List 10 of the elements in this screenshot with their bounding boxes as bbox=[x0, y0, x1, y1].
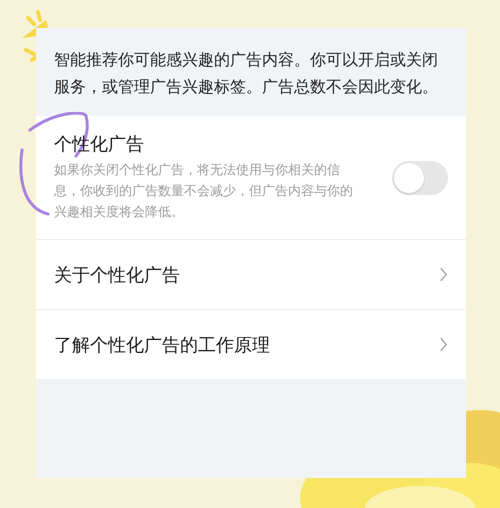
toggle-switch[interactable] bbox=[392, 160, 448, 194]
setting-title: 关于个性化广告 bbox=[54, 264, 180, 286]
setting-title: 个性化广告 bbox=[54, 133, 145, 156]
intro-text: 智能推荐你可能感兴趣的广告内容。你可以开启或关闭服务，或管理广告兴趣标签。广告总数不会因此变化。 bbox=[53, 49, 439, 98]
settings-link-row[interactable]: 了解个性化广告的工作原理 bbox=[36, 310, 466, 379]
chevron-right-icon bbox=[439, 267, 448, 282]
settings-link-row[interactable]: 关于个性化广告 bbox=[36, 240, 466, 310]
setting-title: 了解个性化广告的工作原理 bbox=[54, 334, 270, 356]
chevron-right-icon bbox=[439, 337, 448, 352]
setting-description: 如果你关闭个性化广告，将无法使用与你相关的信息，你收到的广告数量不会减少，但广告内容与你的兴趣相关度将会降低。 bbox=[54, 162, 354, 222]
